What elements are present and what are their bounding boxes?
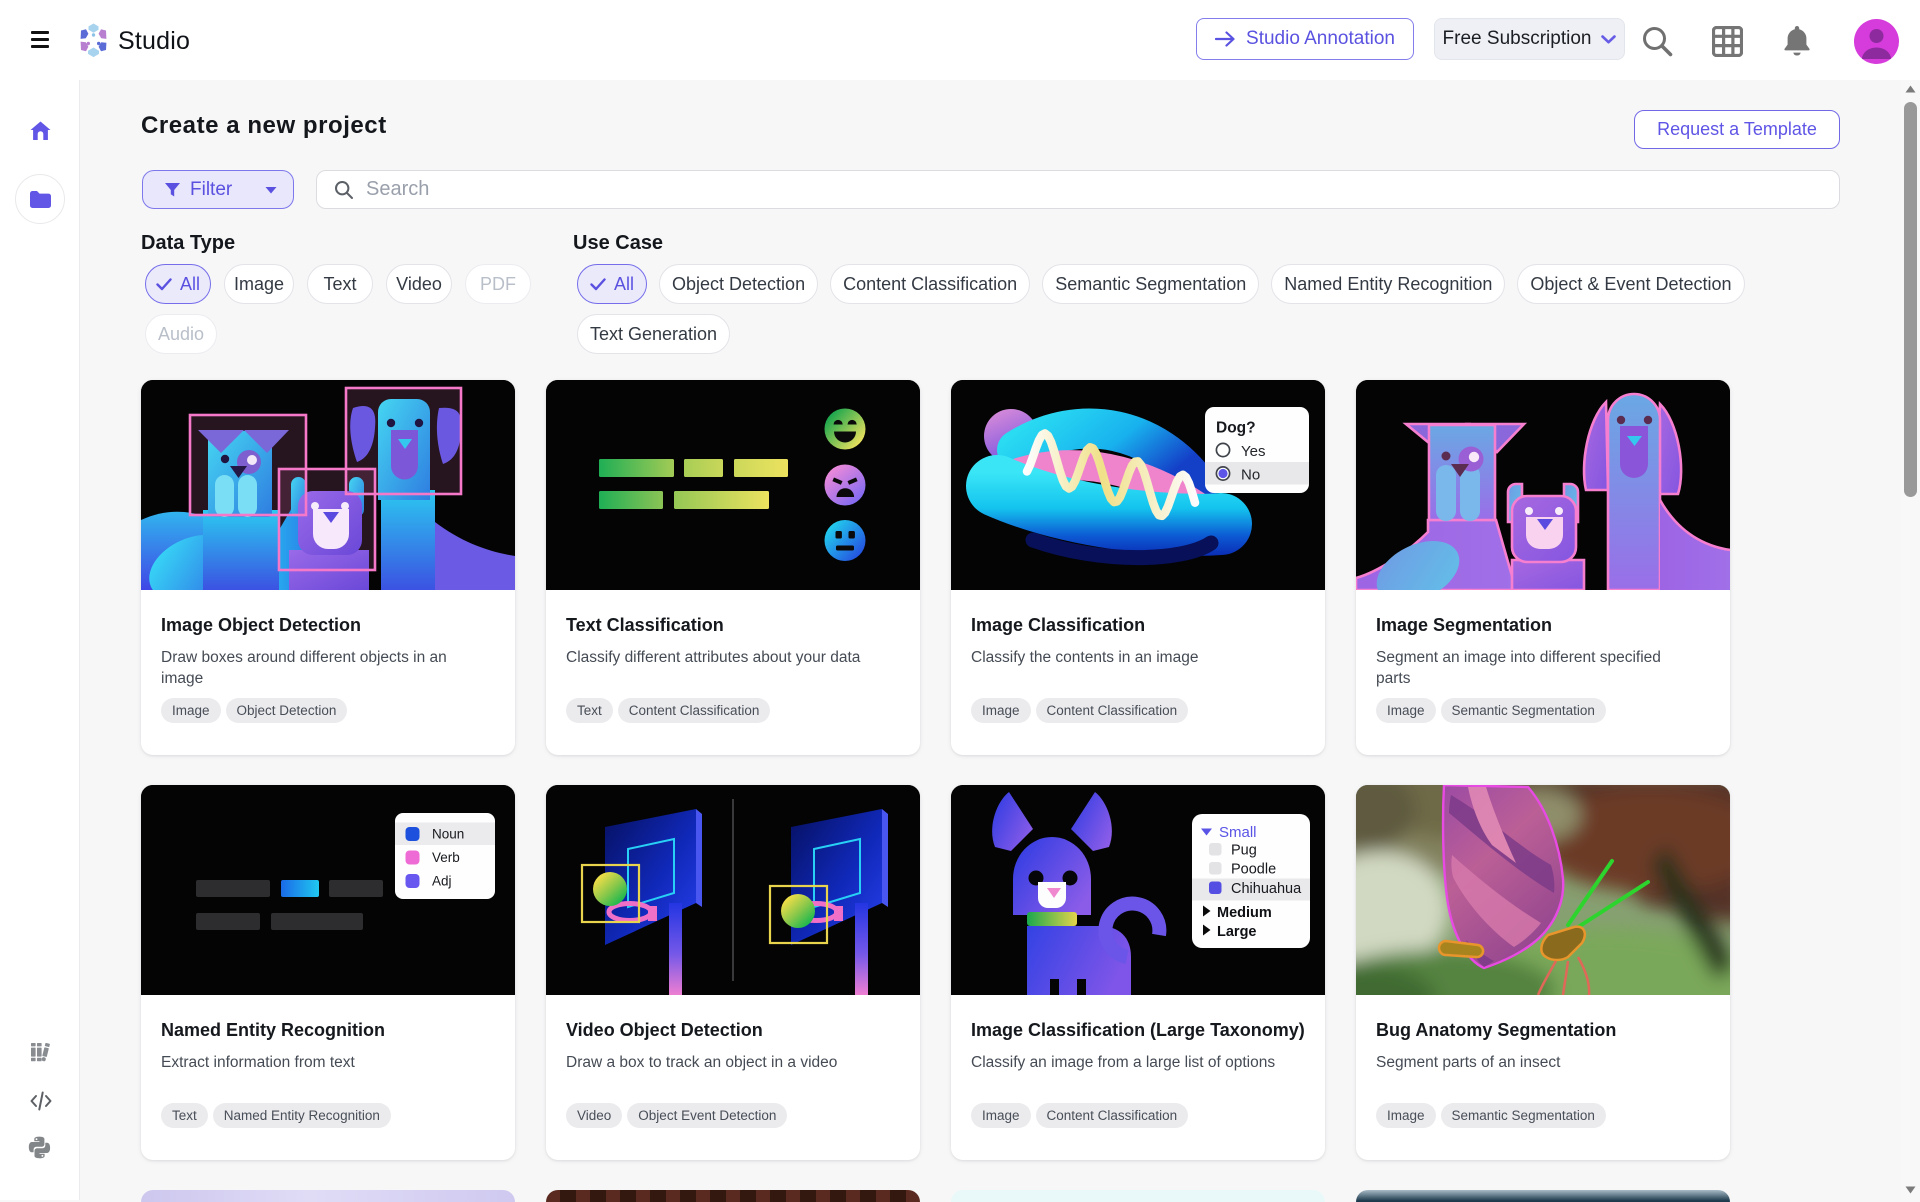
svg-text:Pug: Pug <box>1231 843 1257 859</box>
svg-text:Chihuahua: Chihuahua <box>1231 881 1302 897</box>
svg-text:Adj: Adj <box>432 874 452 889</box>
svg-text:Verb: Verb <box>432 850 460 865</box>
svg-text:Dog?: Dog? <box>1216 420 1256 437</box>
svg-text:Yes: Yes <box>1241 443 1265 460</box>
svg-text:Noun: Noun <box>432 827 464 842</box>
svg-text:Small: Small <box>1219 824 1257 841</box>
svg-text:No: No <box>1241 467 1260 484</box>
svg-text:Poodle: Poodle <box>1231 862 1276 878</box>
svg-text:Large: Large <box>1217 924 1257 940</box>
svg-text:Medium: Medium <box>1217 905 1272 921</box>
